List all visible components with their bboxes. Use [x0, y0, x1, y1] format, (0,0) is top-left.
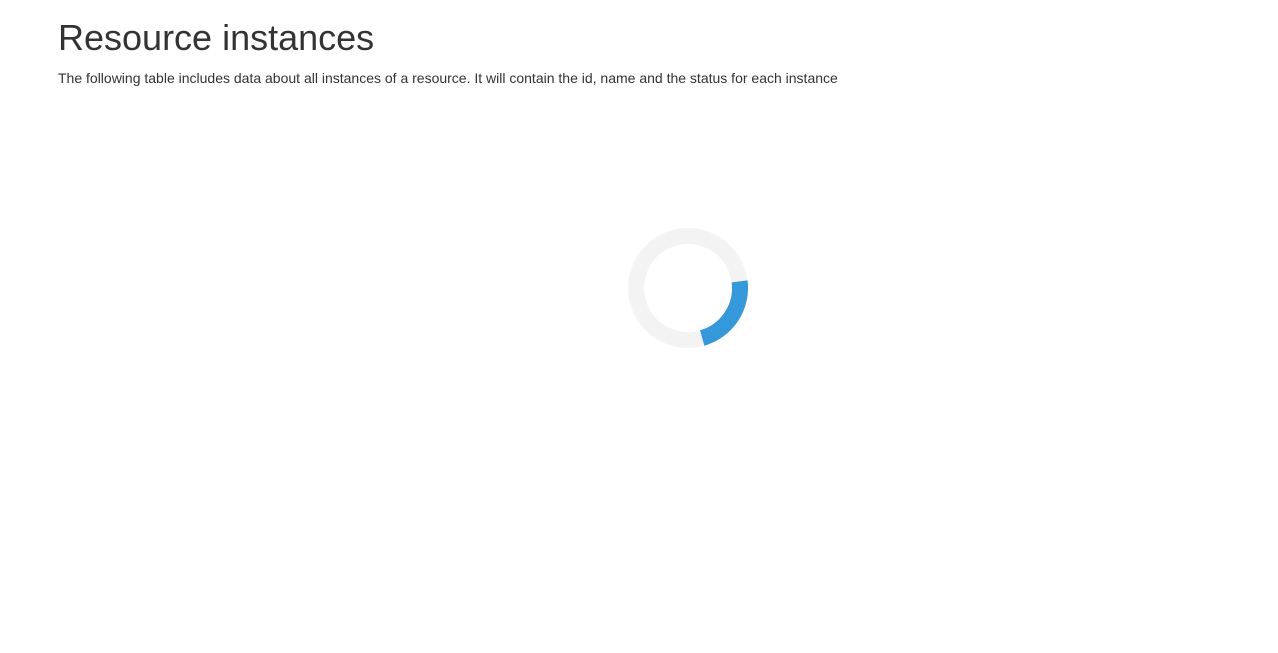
- loading-spinner-icon: [628, 228, 748, 348]
- page-header: Resource instances The following table i…: [58, 16, 1218, 88]
- page: Resource instances The following table i…: [0, 0, 1278, 653]
- spinner-arc: [699, 280, 748, 346]
- page-title: Resource instances: [58, 17, 375, 58]
- page-description: The following table includes data about …: [58, 70, 838, 86]
